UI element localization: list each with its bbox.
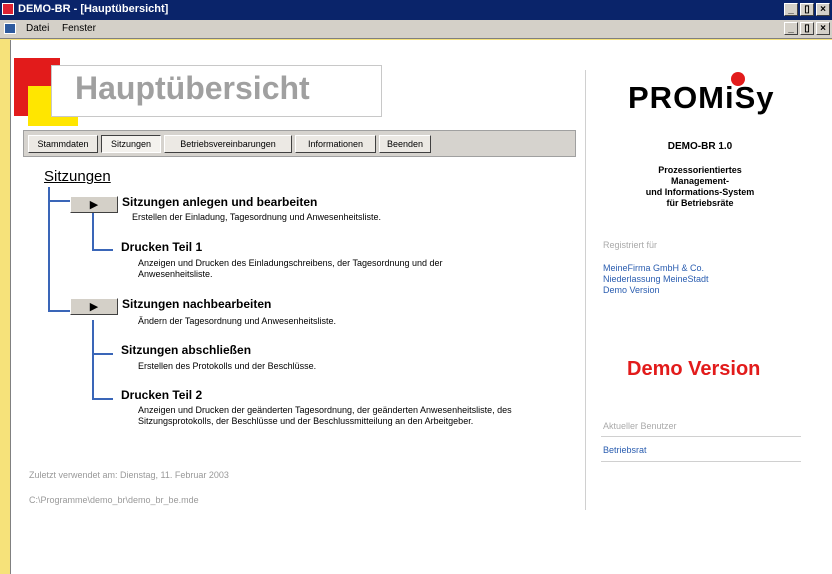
registered-branch: Niederlassung MeineStadt <box>603 274 709 284</box>
maximize-button[interactable]: ▯ <box>800 3 814 16</box>
tree-line <box>48 187 50 312</box>
registered-company: MeineFirma GmbH & Co. <box>603 263 705 273</box>
entry-description: Anzeigen und Drucken des Einladungschrei… <box>138 258 443 279</box>
database-path: C:\Programme\demo_br\demo_br_be.mde <box>29 495 199 505</box>
section-title: Sitzungen <box>44 168 111 185</box>
mdi-close-button[interactable]: × <box>816 22 830 35</box>
entry-description: Anzeigen und Drucken der geänderten Tage… <box>138 405 512 426</box>
registered-version: Demo Version <box>603 285 660 295</box>
entry-description: Erstellen der Einladung, Tagesordnung un… <box>132 212 382 222</box>
registered-info: MeineFirma GmbH & Co. Niederlassung Mein… <box>603 263 709 296</box>
tab-bar: Stammdaten Sitzungen Betriebsvereinbarun… <box>23 130 576 157</box>
main-window: Hauptübersicht Stammdaten Sitzungen Betr… <box>10 40 832 574</box>
entry-title[interactable]: Sitzungen anlegen und bearbeiten <box>122 195 317 209</box>
app-icon[interactable] <box>2 3 14 15</box>
menu-datei[interactable]: Datei <box>26 23 49 34</box>
window-title: DEMO-BR - [Hauptübersicht] <box>18 3 169 15</box>
tab-sitzungen[interactable]: Sitzungen <box>101 135 161 153</box>
tree-line <box>92 249 113 251</box>
document-icon[interactable] <box>4 23 16 34</box>
entry-title[interactable]: Drucken Teil 1 <box>121 240 202 254</box>
mdi-restore-button[interactable]: ▯ <box>800 22 814 35</box>
menu-fenster[interactable]: Fenster <box>62 23 96 34</box>
minimize-button[interactable]: _ <box>784 3 798 16</box>
play-arrow-icon: ▶ <box>89 199 99 211</box>
promisy-logo: PROMiSy <box>628 80 775 115</box>
demo-version-banner: Demo Version <box>627 358 761 380</box>
window-controls: _ ▯ × <box>784 3 830 16</box>
sidebar-divider <box>601 461 801 462</box>
play-arrow-icon: ▶ <box>89 301 99 313</box>
product-name: DEMO-BR 1.0 <box>667 141 733 152</box>
sitzungen-anlegen-button[interactable]: ▶ <box>70 196 118 213</box>
tree-line <box>92 353 113 355</box>
tab-betriebsvereinbarungen[interactable]: Betriebsvereinbarungen <box>164 135 292 153</box>
page-title: Hauptübersicht <box>75 70 310 106</box>
current-user-label: Aktueller Benutzer <box>603 421 677 431</box>
mdi-controls: _ ▯ × <box>784 22 830 35</box>
tab-stammdaten[interactable]: Stammdaten <box>28 135 98 153</box>
product-description-line: Prozessorientiertes <box>658 165 742 175</box>
tree-line <box>92 398 113 400</box>
tab-beenden[interactable]: Beenden <box>379 135 431 153</box>
registered-label: Registriert für <box>603 240 658 250</box>
entry-description: Erstellen des Protokolls und der Beschlü… <box>138 361 317 371</box>
product-description: Prozessorientiertes Management- und Info… <box>600 165 800 209</box>
product-description-line: Management- <box>670 176 729 186</box>
entry-title[interactable]: Sitzungen nachbearbeiten <box>122 297 271 311</box>
panel-divider <box>585 70 586 510</box>
tree-line <box>48 310 70 312</box>
sitzungen-nachbearbeiten-button[interactable]: ▶ <box>70 298 118 315</box>
current-user-name: Betriebsrat <box>603 445 647 455</box>
tree-line <box>92 210 94 250</box>
mdi-minimize-button[interactable]: _ <box>784 22 798 35</box>
tree-line <box>48 200 70 202</box>
menubar: Datei Fenster _ ▯ × <box>0 20 832 39</box>
sidebar-divider <box>601 436 801 437</box>
entry-description: Ändern der Tagesordnung und Anwesenheits… <box>138 316 336 326</box>
product-description-line: für Betriebsräte <box>666 198 734 208</box>
tree-line <box>92 320 94 400</box>
window-titlebar: DEMO-BR - [Hauptübersicht] _ ▯ × <box>0 0 832 20</box>
last-used-info: Zuletzt verwendet am: Dienstag, 11. Febr… <box>29 470 229 480</box>
entry-title[interactable]: Sitzungen abschließen <box>121 343 251 357</box>
entry-title[interactable]: Drucken Teil 2 <box>121 388 202 402</box>
close-button[interactable]: × <box>816 3 830 16</box>
tab-informationen[interactable]: Informationen <box>295 135 376 153</box>
product-description-line: und Informations-System <box>645 187 755 197</box>
logo-dot-icon <box>731 72 745 86</box>
